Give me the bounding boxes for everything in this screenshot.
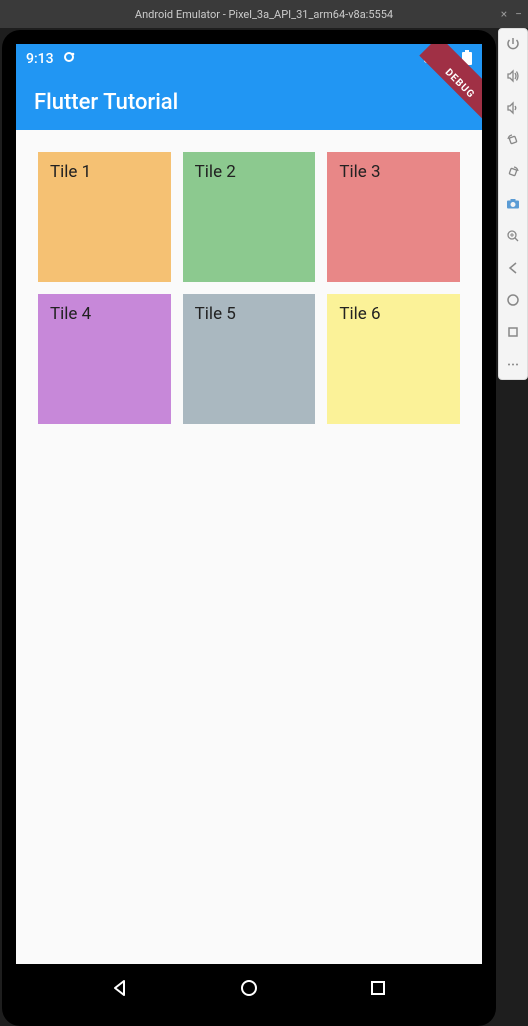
grid-tile[interactable]: Tile 6 (327, 294, 460, 424)
nav-home-button[interactable] (229, 968, 269, 1008)
android-status-bar: 9:13 3G (16, 44, 482, 74)
grid-tile[interactable]: Tile 3 (327, 152, 460, 282)
emulator-toolbar (498, 28, 528, 380)
tile-label: Tile 2 (195, 162, 236, 182)
volume-down-icon[interactable] (504, 99, 522, 117)
app-bar: Flutter Tutorial DEBUG (16, 74, 482, 130)
status-bar-clock: 9:13 (26, 51, 54, 67)
tile-label: Tile 5 (195, 304, 236, 324)
emulator-window-title-bar: Android Emulator - Pixel_3a_API_31_arm64… (0, 0, 528, 28)
camera-icon[interactable] (504, 195, 522, 213)
grid-tile[interactable]: Tile 1 (38, 152, 171, 282)
nav-back-button[interactable] (100, 968, 140, 1008)
device-screen: 9:13 3G Flutter Tutorial DEBUG (16, 44, 482, 1012)
app-bar-title: Flutter Tutorial (34, 90, 178, 115)
toolbar-recents-icon[interactable] (504, 323, 522, 341)
rotate-left-icon[interactable] (504, 131, 522, 149)
android-nav-bar (16, 964, 482, 1012)
more-icon[interactable] (504, 355, 522, 373)
zoom-icon[interactable] (504, 227, 522, 245)
app-body: Tile 1 Tile 2 Tile 3 Tile 4 Tile 5 Tile … (16, 130, 482, 446)
device-frame: 9:13 3G Flutter Tutorial DEBUG (2, 30, 496, 1026)
tile-grid: Tile 1 Tile 2 Tile 3 Tile 4 Tile 5 Tile … (38, 152, 460, 424)
rotate-right-icon[interactable] (504, 163, 522, 181)
tile-label: Tile 1 (50, 162, 91, 182)
nav-recents-button[interactable] (358, 968, 398, 1008)
grid-tile[interactable]: Tile 5 (183, 294, 316, 424)
power-icon[interactable] (504, 35, 522, 53)
toolbar-home-icon[interactable] (504, 291, 522, 309)
tile-label: Tile 6 (339, 304, 380, 324)
toolbar-back-icon[interactable] (504, 259, 522, 277)
tile-label: Tile 3 (339, 162, 380, 182)
grid-tile[interactable]: Tile 4 (38, 294, 171, 424)
volume-up-icon[interactable] (504, 67, 522, 85)
window-minimize-icon[interactable]: − (515, 7, 522, 21)
window-controls: × − (501, 7, 522, 21)
window-close-icon[interactable]: × (501, 7, 507, 21)
tile-label: Tile 4 (50, 304, 91, 324)
camera-notch-icon (62, 50, 76, 68)
grid-tile[interactable]: Tile 2 (183, 152, 316, 282)
window-title: Android Emulator - Pixel_3a_API_31_arm64… (135, 8, 393, 21)
